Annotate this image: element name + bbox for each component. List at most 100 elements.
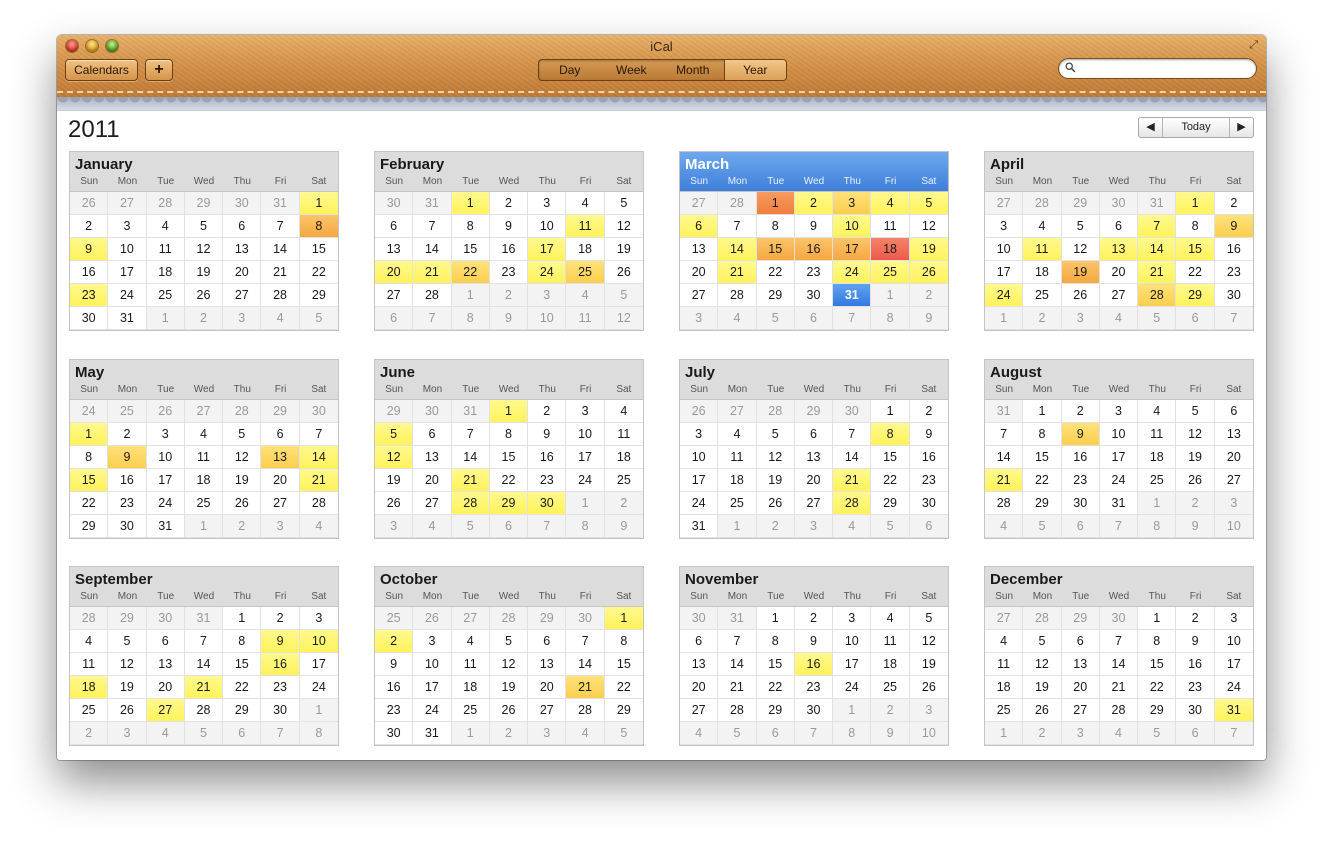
day-cell[interactable]: 28: [1099, 699, 1139, 722]
day-cell-outside-month[interactable]: 5: [1023, 515, 1062, 538]
month-name[interactable]: October: [375, 567, 643, 588]
day-cell[interactable]: 4: [718, 423, 757, 446]
day-cell-outside-month[interactable]: 7: [794, 722, 834, 745]
day-cell[interactable]: 1: [1138, 607, 1177, 630]
day-cell[interactable]: 13: [794, 446, 834, 469]
day-cell-busy[interactable]: 1: [756, 192, 795, 215]
month-name[interactable]: April: [985, 152, 1253, 173]
day-cell-busy[interactable]: 2: [375, 630, 414, 653]
day-cell[interactable]: 6: [680, 630, 719, 653]
day-cell[interactable]: 3: [680, 423, 719, 446]
day-cell[interactable]: 11: [604, 423, 643, 446]
day-cell[interactable]: 7: [718, 215, 757, 238]
day-cell-outside-month[interactable]: 3: [108, 722, 147, 745]
day-cell-busy[interactable]: 30: [528, 492, 567, 515]
day-cell[interactable]: 15: [489, 446, 529, 469]
day-cell[interactable]: 19: [223, 469, 262, 492]
day-cell[interactable]: 29: [871, 492, 910, 515]
day-cell[interactable]: 5: [223, 423, 262, 446]
day-cell[interactable]: 30: [261, 699, 300, 722]
day-cell[interactable]: 8: [451, 215, 490, 238]
day-cell[interactable]: 3: [1099, 400, 1139, 423]
day-cell[interactable]: 18: [451, 676, 490, 699]
day-cell[interactable]: 4: [1138, 400, 1177, 423]
day-cell-outside-month[interactable]: 3: [794, 515, 834, 538]
day-cell-outside-month[interactable]: 2: [489, 722, 529, 745]
day-cell[interactable]: 20: [261, 469, 300, 492]
day-cell[interactable]: 8: [489, 423, 529, 446]
day-cell[interactable]: 15: [223, 653, 262, 676]
month-may[interactable]: May Sun Mon Tue Wed Thu Fri Sat 24 25 26 27 28 29 30 1 2…: [69, 359, 339, 539]
day-cell-outside-month[interactable]: 1: [184, 515, 224, 538]
day-cell[interactable]: 14: [566, 653, 605, 676]
day-cell-outside-month[interactable]: 24: [70, 400, 109, 423]
day-cell-outside-month[interactable]: 8: [299, 722, 338, 745]
day-cell-outside-month[interactable]: 30: [1099, 607, 1139, 630]
day-cell-busy[interactable]: 8: [299, 215, 338, 238]
day-cell-busy[interactable]: 26: [909, 261, 948, 284]
day-cell-outside-month[interactable]: 31: [718, 607, 757, 630]
month-name[interactable]: February: [375, 152, 643, 173]
day-cell-busy[interactable]: 12: [375, 446, 414, 469]
view-week-button[interactable]: Week: [601, 60, 663, 80]
day-cell[interactable]: 4: [451, 630, 490, 653]
day-cell-outside-month[interactable]: 5: [451, 515, 490, 538]
day-cell-outside-month[interactable]: 27: [985, 192, 1024, 215]
day-cell[interactable]: 3: [985, 215, 1024, 238]
day-cell-outside-month[interactable]: 4: [680, 722, 719, 745]
day-cell[interactable]: 14: [413, 238, 452, 261]
day-cell[interactable]: 9: [909, 423, 948, 446]
day-cell[interactable]: 13: [375, 238, 414, 261]
day-cell[interactable]: 6: [413, 423, 452, 446]
day-cell[interactable]: 16: [1061, 446, 1100, 469]
day-cell-outside-month[interactable]: 12: [604, 307, 643, 330]
day-cell[interactable]: 27: [261, 492, 300, 515]
day-cell-outside-month[interactable]: 29: [1061, 192, 1100, 215]
month-header[interactable]: July Sun Mon Tue Wed Thu Fri Sat: [680, 360, 948, 400]
day-cell[interactable]: 10: [108, 238, 147, 261]
day-cell-outside-month[interactable]: 3: [528, 722, 567, 745]
day-cell[interactable]: 14: [451, 446, 490, 469]
day-cell-outside-month[interactable]: 8: [566, 515, 605, 538]
day-cell-outside-month[interactable]: 1: [146, 307, 185, 330]
day-cell-busy[interactable]: 5: [909, 192, 948, 215]
day-cell-outside-month[interactable]: 9: [1176, 515, 1215, 538]
day-cell-busy[interactable]: 11: [566, 215, 605, 238]
day-cell-outside-month[interactable]: 1: [985, 722, 1024, 745]
day-cell-busy[interactable]: 31: [1214, 699, 1253, 722]
day-cell[interactable]: 23: [1061, 469, 1100, 492]
day-cell[interactable]: 26: [489, 699, 529, 722]
day-cell-outside-month[interactable]: 9: [909, 307, 948, 330]
month-name[interactable]: March: [680, 152, 948, 173]
day-cell[interactable]: 9: [489, 215, 529, 238]
day-cell[interactable]: 18: [1023, 261, 1062, 284]
day-cell[interactable]: 23: [1176, 676, 1215, 699]
day-cell-outside-month[interactable]: 27: [184, 400, 224, 423]
day-cell-busy[interactable]: 21: [718, 261, 757, 284]
day-cell[interactable]: 16: [1176, 653, 1215, 676]
day-cell[interactable]: 22: [604, 676, 643, 699]
day-cell-outside-month[interactable]: 6: [223, 722, 262, 745]
day-cell[interactable]: 23: [489, 261, 529, 284]
day-cell-outside-month[interactable]: 28: [1023, 192, 1062, 215]
day-cell[interactable]: 5: [489, 630, 529, 653]
day-cell-outside-month[interactable]: 8: [451, 307, 490, 330]
month-july[interactable]: July Sun Mon Tue Wed Thu Fri Sat 26 27 28 29 30 1 2 3 4 5…: [679, 359, 949, 539]
day-cell[interactable]: 12: [489, 653, 529, 676]
day-cell-busy[interactable]: 18: [70, 676, 109, 699]
day-cell[interactable]: 16: [108, 469, 147, 492]
day-cell-outside-month[interactable]: 1: [451, 722, 490, 745]
day-cell[interactable]: 9: [794, 630, 834, 653]
day-cell[interactable]: 6: [794, 423, 834, 446]
day-cell[interactable]: 24: [833, 676, 872, 699]
day-cell[interactable]: 17: [299, 653, 338, 676]
month-name[interactable]: June: [375, 360, 643, 381]
day-cell-busy[interactable]: 1: [70, 423, 109, 446]
day-cell[interactable]: 25: [1023, 284, 1062, 307]
day-cell-outside-month[interactable]: 3: [528, 284, 567, 307]
day-cell[interactable]: 21: [1099, 676, 1139, 699]
day-cell[interactable]: 30: [1214, 284, 1253, 307]
day-cell-outside-month[interactable]: 1: [833, 699, 872, 722]
day-cell-busy[interactable]: 9: [108, 446, 147, 469]
day-cell[interactable]: 20: [1214, 446, 1253, 469]
